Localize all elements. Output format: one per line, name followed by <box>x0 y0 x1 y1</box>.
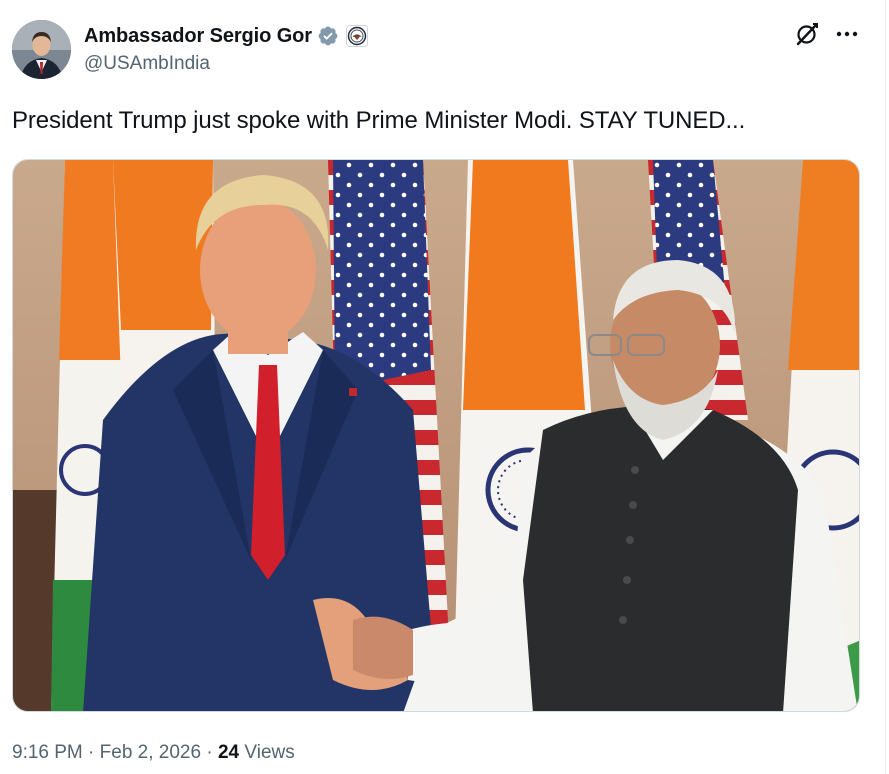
avatar[interactable] <box>12 20 71 79</box>
verified-badge-icon[interactable] <box>317 25 339 47</box>
more-options-icon[interactable] <box>834 21 860 47</box>
grok-icon[interactable] <box>794 21 820 47</box>
meta-separator: · <box>88 742 95 763</box>
views-label: Views <box>244 742 295 763</box>
tweet-meta: 9:16 PM · Feb 2, 2026 · 24 Views <box>12 742 295 764</box>
column-divider <box>885 0 886 774</box>
author-handle[interactable]: @USAmbIndia <box>84 53 210 75</box>
tweet-date[interactable]: Feb 2, 2026 <box>100 742 201 763</box>
us-state-department-seal-icon[interactable] <box>345 25 368 47</box>
tweet-photo[interactable] <box>12 159 860 712</box>
tweet-text: President Trump just spoke with Prime Mi… <box>12 107 746 134</box>
author-display-name[interactable]: Ambassador Sergio Gor <box>84 25 312 48</box>
author-name-row: Ambassador Sergio Gor <box>84 22 368 50</box>
meta-separator: · <box>206 742 213 763</box>
avatar-image <box>12 20 71 79</box>
views-count[interactable]: 24 <box>218 742 239 763</box>
tweet-time[interactable]: 9:16 PM <box>12 742 83 763</box>
